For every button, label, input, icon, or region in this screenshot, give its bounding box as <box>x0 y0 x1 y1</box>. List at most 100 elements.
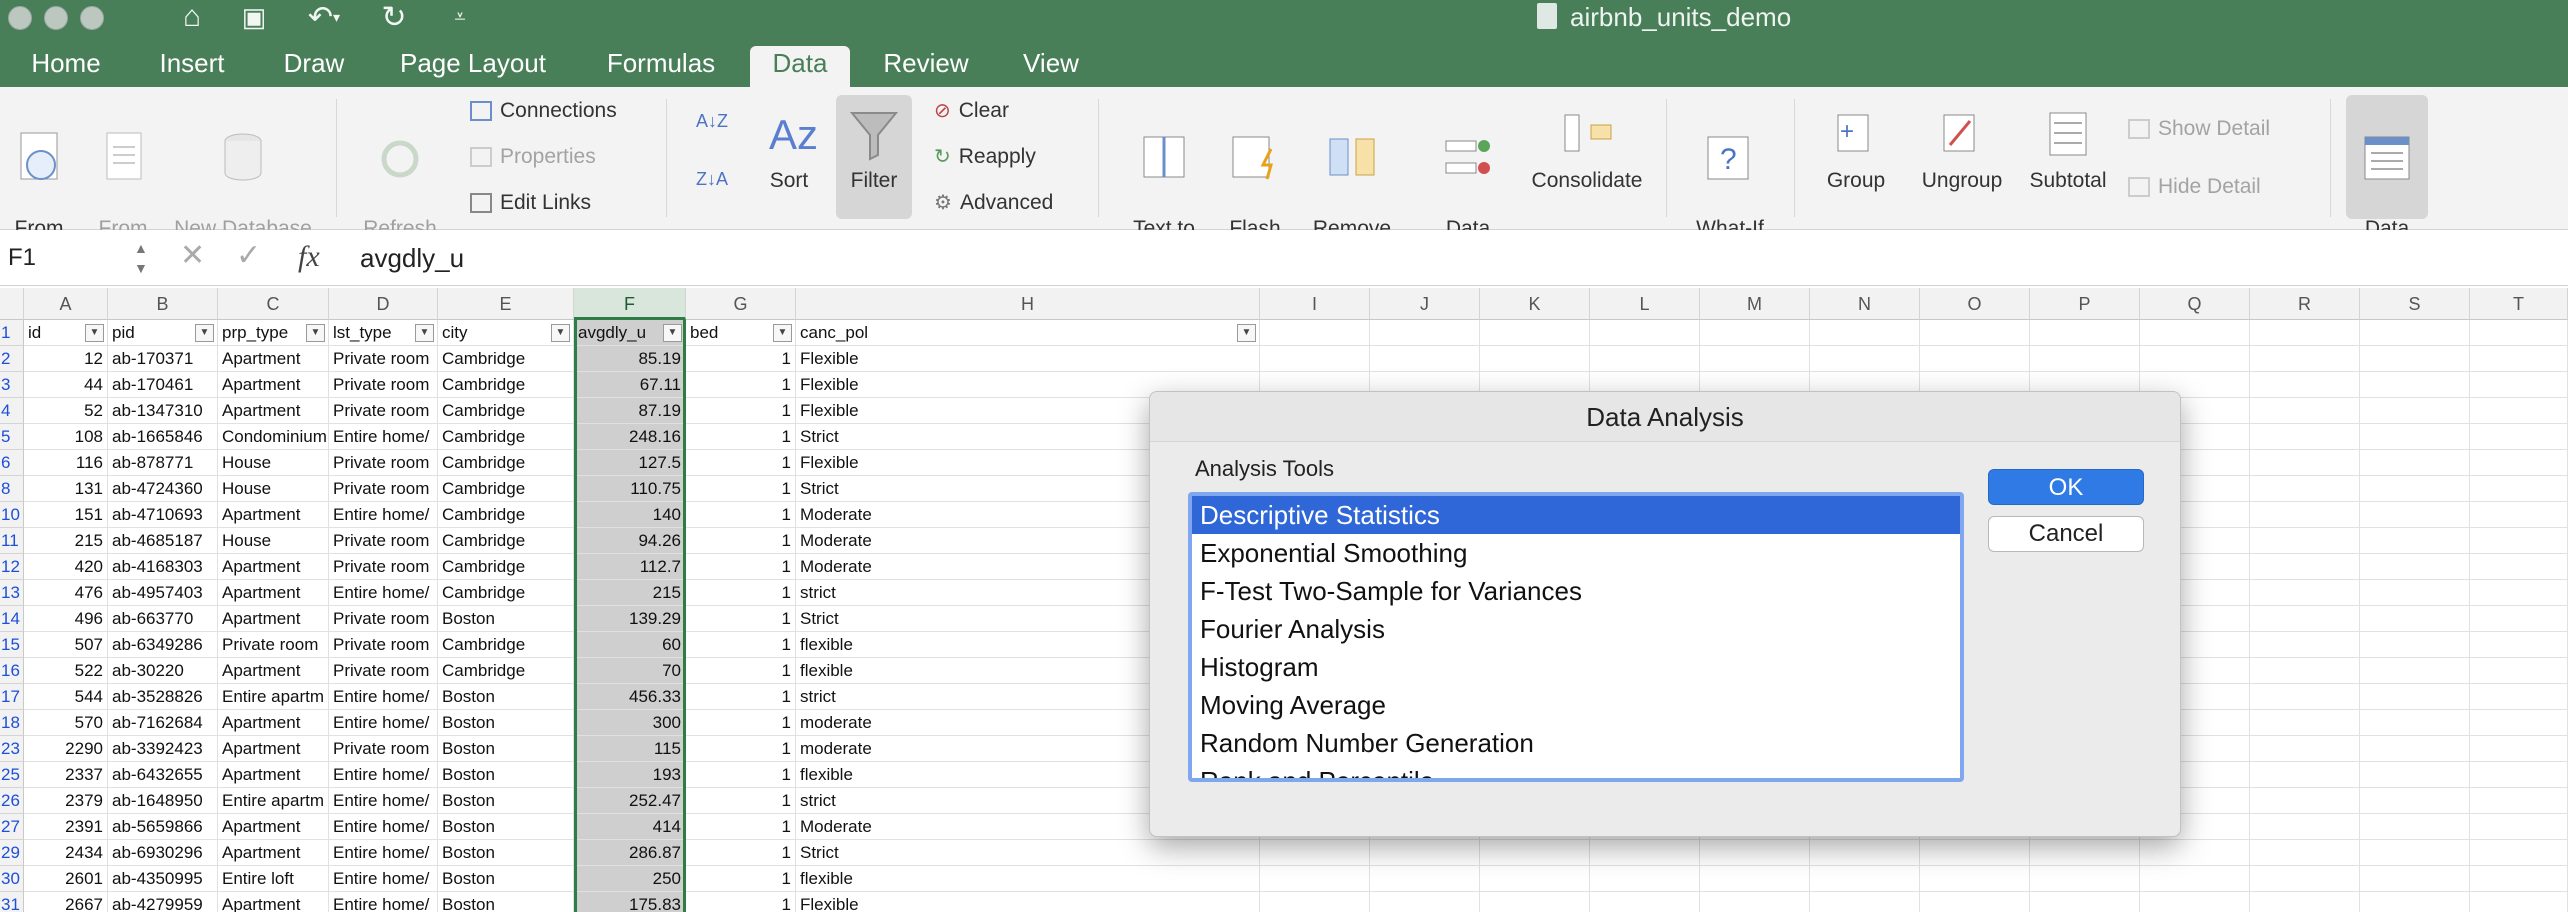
properties-button[interactable]: Properties <box>470 143 596 171</box>
table-cell[interactable]: ab-4957403 <box>108 580 218 606</box>
sort-ascending-icon[interactable]: A↓Z <box>696 107 728 135</box>
empty-cell[interactable] <box>2250 866 2360 892</box>
empty-cell[interactable] <box>2250 710 2360 736</box>
empty-cell[interactable] <box>2360 476 2470 502</box>
connections-button[interactable]: Connections <box>470 97 617 125</box>
table-cell[interactable]: 1 <box>686 762 796 788</box>
column-header-f[interactable]: F <box>574 288 686 320</box>
table-cell[interactable]: House <box>218 476 329 502</box>
table-cell[interactable]: 1 <box>686 840 796 866</box>
table-cell[interactable]: ab-7162684 <box>108 710 218 736</box>
table-cell[interactable]: Private room <box>329 346 438 372</box>
table-cell[interactable]: Apartment <box>218 554 329 580</box>
table-cell[interactable]: flexible <box>796 866 1260 892</box>
table-cell[interactable]: ab-6432655 <box>108 762 218 788</box>
header-cell[interactable]: prp_type ▼ <box>218 320 329 346</box>
header-cell[interactable]: lst_type ▼ <box>329 320 438 346</box>
empty-cell[interactable] <box>2250 320 2360 346</box>
empty-cell[interactable] <box>2470 398 2568 424</box>
table-cell[interactable]: Apartment <box>218 710 329 736</box>
ok-button[interactable]: OK <box>1988 469 2144 505</box>
empty-cell[interactable] <box>2250 840 2360 866</box>
empty-cell[interactable] <box>1920 866 2030 892</box>
row-header[interactable]: 30 <box>0 866 24 892</box>
table-cell[interactable]: 52 <box>24 398 108 424</box>
table-cell[interactable]: Apartment <box>218 814 329 840</box>
table-cell[interactable]: 1 <box>686 554 796 580</box>
table-cell[interactable]: 139.29 <box>574 606 686 632</box>
reapply-button[interactable]: ↻ Reapply <box>934 143 1036 171</box>
analysis-tool-item[interactable]: Random Number Generation <box>1192 724 1960 762</box>
table-cell[interactable]: 12 <box>24 346 108 372</box>
row-header[interactable]: 13 <box>0 580 24 606</box>
table-cell[interactable]: 70 <box>574 658 686 684</box>
table-cell[interactable]: Entire home/ <box>329 684 438 710</box>
empty-cell[interactable] <box>2140 840 2250 866</box>
table-cell[interactable]: 507 <box>24 632 108 658</box>
table-cell[interactable]: ab-4685187 <box>108 528 218 554</box>
row-header[interactable]: 25 <box>0 762 24 788</box>
table-cell[interactable]: ab-6349286 <box>108 632 218 658</box>
row-header[interactable]: 14 <box>0 606 24 632</box>
table-cell[interactable]: Entire home/ <box>329 502 438 528</box>
table-cell[interactable]: 522 <box>24 658 108 684</box>
empty-cell[interactable] <box>2250 476 2360 502</box>
column-header-r[interactable]: R <box>2250 288 2360 320</box>
row-header[interactable]: 11 <box>0 528 24 554</box>
empty-cell[interactable] <box>2470 320 2568 346</box>
empty-cell[interactable] <box>2470 736 2568 762</box>
empty-cell[interactable] <box>2360 736 2470 762</box>
empty-cell[interactable] <box>2470 814 2568 840</box>
table-cell[interactable]: House <box>218 450 329 476</box>
empty-cell[interactable] <box>2470 346 2568 372</box>
table-cell[interactable]: ab-878771 <box>108 450 218 476</box>
table-cell[interactable]: Entire home/ <box>329 762 438 788</box>
filter-dropdown-icon[interactable]: ▼ <box>773 324 792 342</box>
column-header-q[interactable]: Q <box>2140 288 2250 320</box>
empty-cell[interactable] <box>1260 346 1370 372</box>
table-cell[interactable]: 250 <box>574 866 686 892</box>
minimize-window-button[interactable] <box>44 6 68 30</box>
table-cell[interactable]: Cambridge <box>438 476 574 502</box>
empty-cell[interactable] <box>2470 684 2568 710</box>
empty-cell[interactable] <box>2470 424 2568 450</box>
column-header-b[interactable]: B <box>108 288 218 320</box>
empty-cell[interactable] <box>1480 346 1590 372</box>
empty-cell[interactable] <box>1590 840 1700 866</box>
column-header-p[interactable]: P <box>2030 288 2140 320</box>
select-all-corner[interactable] <box>0 288 24 320</box>
customize-toolbar-icon[interactable]: ⩡ <box>440 0 480 34</box>
empty-cell[interactable] <box>2470 502 2568 528</box>
empty-cell[interactable] <box>2360 632 2470 658</box>
empty-cell[interactable] <box>2030 320 2140 346</box>
row-header[interactable]: 29 <box>0 840 24 866</box>
formula-input[interactable]: avgdly_u <box>360 238 2460 278</box>
table-cell[interactable]: 1 <box>686 658 796 684</box>
table-cell[interactable]: 570 <box>24 710 108 736</box>
header-cell[interactable]: city ▼ <box>438 320 574 346</box>
table-cell[interactable]: 175.83 <box>574 892 686 912</box>
empty-cell[interactable] <box>2360 580 2470 606</box>
tab-home[interactable]: Home <box>14 46 118 87</box>
show-detail-button[interactable]: Show Detail <box>2128 115 2270 143</box>
analysis-tool-item[interactable]: Histogram <box>1192 648 1960 686</box>
row-header[interactable]: 1 <box>0 320 24 346</box>
table-cell[interactable]: Strict <box>796 840 1260 866</box>
table-cell[interactable]: Entire loft <box>218 866 329 892</box>
empty-cell[interactable] <box>2360 320 2470 346</box>
table-cell[interactable]: Condominium <box>218 424 329 450</box>
empty-cell[interactable] <box>2360 346 2470 372</box>
table-cell[interactable]: 140 <box>574 502 686 528</box>
table-cell[interactable]: Boston <box>438 788 574 814</box>
table-cell[interactable]: Private room <box>329 372 438 398</box>
table-cell[interactable]: 1 <box>686 398 796 424</box>
table-cell[interactable]: Boston <box>438 892 574 912</box>
analysis-tool-item[interactable]: Descriptive Statistics <box>1192 496 1960 534</box>
table-cell[interactable]: Boston <box>438 736 574 762</box>
table-cell[interactable]: ab-30220 <box>108 658 218 684</box>
table-cell[interactable]: Cambridge <box>438 632 574 658</box>
table-cell[interactable]: ab-1347310 <box>108 398 218 424</box>
empty-cell[interactable] <box>1700 866 1810 892</box>
table-cell[interactable]: 215 <box>574 580 686 606</box>
header-cell[interactable]: canc_pol ▼ <box>796 320 1260 346</box>
